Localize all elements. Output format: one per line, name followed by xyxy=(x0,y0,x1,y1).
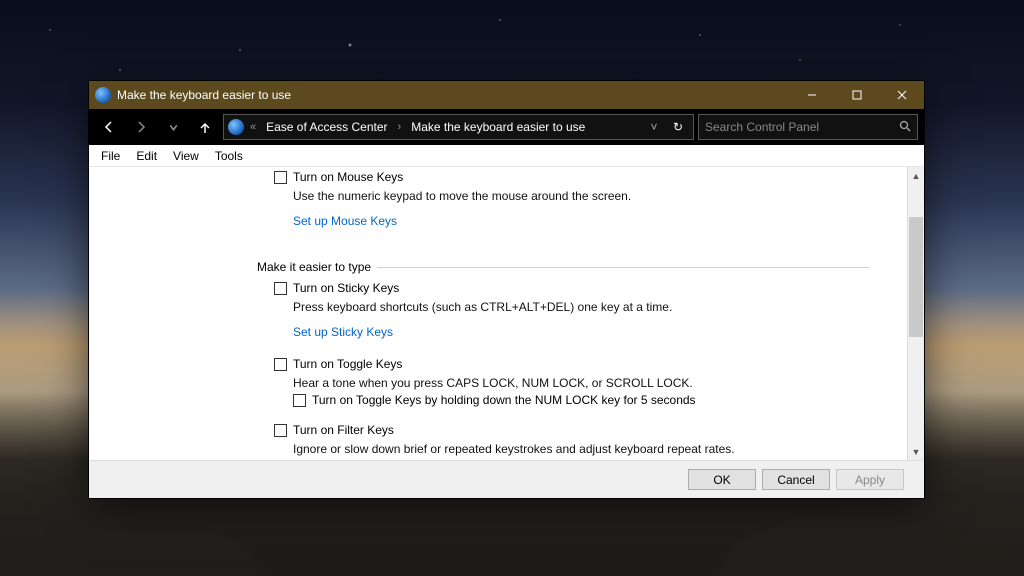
maximize-button[interactable] xyxy=(834,81,879,109)
menu-edit[interactable]: Edit xyxy=(128,149,165,163)
dialog-footer: OK Cancel Apply xyxy=(89,460,924,498)
filter-keys-description: Ignore or slow down brief or repeated ke… xyxy=(293,442,870,456)
chevron-right-icon: › xyxy=(396,121,404,133)
scroll-up-button[interactable]: ▲ xyxy=(908,167,924,184)
setup-sticky-keys-link[interactable]: Set up Sticky Keys xyxy=(293,325,393,339)
breadcrumb-current[interactable]: Make the keyboard easier to use xyxy=(407,120,589,134)
filter-keys-checkbox[interactable] xyxy=(274,424,287,437)
breadcrumb-overflow[interactable]: « xyxy=(248,121,258,133)
navigation-bar: « Ease of Access Center › Make the keybo… xyxy=(89,109,924,145)
menu-file[interactable]: File xyxy=(93,149,128,163)
toggle-keys-checkbox[interactable] xyxy=(274,358,287,371)
scrollbar-thumb[interactable] xyxy=(909,217,923,337)
refresh-button[interactable]: ↻ xyxy=(667,120,689,134)
minimize-button[interactable] xyxy=(789,81,834,109)
make-easier-to-type-group: Make it easier to type Turn on Sticky Ke… xyxy=(255,260,870,460)
search-icon[interactable] xyxy=(899,120,911,135)
vertical-scrollbar[interactable]: ▲ ▼ xyxy=(907,167,924,460)
toggle-keys-numlock-label[interactable]: Turn on Toggle Keys by holding down the … xyxy=(312,393,696,407)
window-title: Make the keyboard easier to use xyxy=(117,88,291,102)
sticky-keys-label[interactable]: Turn on Sticky Keys xyxy=(293,281,399,295)
up-button[interactable] xyxy=(191,113,219,141)
mouse-keys-description: Use the numeric keypad to move the mouse… xyxy=(293,189,870,203)
menu-tools[interactable]: Tools xyxy=(207,149,251,163)
control-panel-window: Make the keyboard easier to use « Ease o… xyxy=(88,80,925,499)
ease-of-access-icon xyxy=(95,87,111,103)
address-dropdown[interactable]: ˅ xyxy=(645,120,663,134)
filter-keys-label[interactable]: Turn on Filter Keys xyxy=(293,423,394,437)
breadcrumb-ease-of-access[interactable]: Ease of Access Center xyxy=(262,120,391,134)
sticky-keys-checkbox[interactable] xyxy=(274,282,287,295)
mouse-keys-checkbox[interactable] xyxy=(274,171,287,184)
recent-locations-button[interactable] xyxy=(159,113,187,141)
group-legend: Make it easier to type xyxy=(255,260,377,274)
menu-bar: File Edit View Tools xyxy=(89,145,924,167)
toggle-keys-numlock-checkbox[interactable] xyxy=(293,394,306,407)
forward-button[interactable] xyxy=(127,113,155,141)
menu-view[interactable]: View xyxy=(165,149,207,163)
apply-button[interactable]: Apply xyxy=(836,469,904,490)
sticky-keys-description: Press keyboard shortcuts (such as CTRL+A… xyxy=(293,300,870,314)
scroll-down-button[interactable]: ▼ xyxy=(908,443,924,460)
ease-of-access-icon xyxy=(228,119,244,135)
toggle-keys-label[interactable]: Turn on Toggle Keys xyxy=(293,357,402,371)
back-button[interactable] xyxy=(95,113,123,141)
titlebar[interactable]: Make the keyboard easier to use xyxy=(89,81,924,109)
close-button[interactable] xyxy=(879,81,924,109)
address-bar[interactable]: « Ease of Access Center › Make the keybo… xyxy=(223,114,694,140)
search-placeholder: Search Control Panel xyxy=(705,120,819,134)
setup-mouse-keys-link[interactable]: Set up Mouse Keys xyxy=(293,214,397,228)
ok-button[interactable]: OK xyxy=(688,469,756,490)
mouse-keys-label[interactable]: Turn on Mouse Keys xyxy=(293,170,403,184)
cancel-button[interactable]: Cancel xyxy=(762,469,830,490)
search-input[interactable]: Search Control Panel xyxy=(698,114,918,140)
toggle-keys-description: Hear a tone when you press CAPS LOCK, NU… xyxy=(293,376,870,390)
content-area: Turn on Mouse Keys Use the numeric keypa… xyxy=(89,167,907,460)
